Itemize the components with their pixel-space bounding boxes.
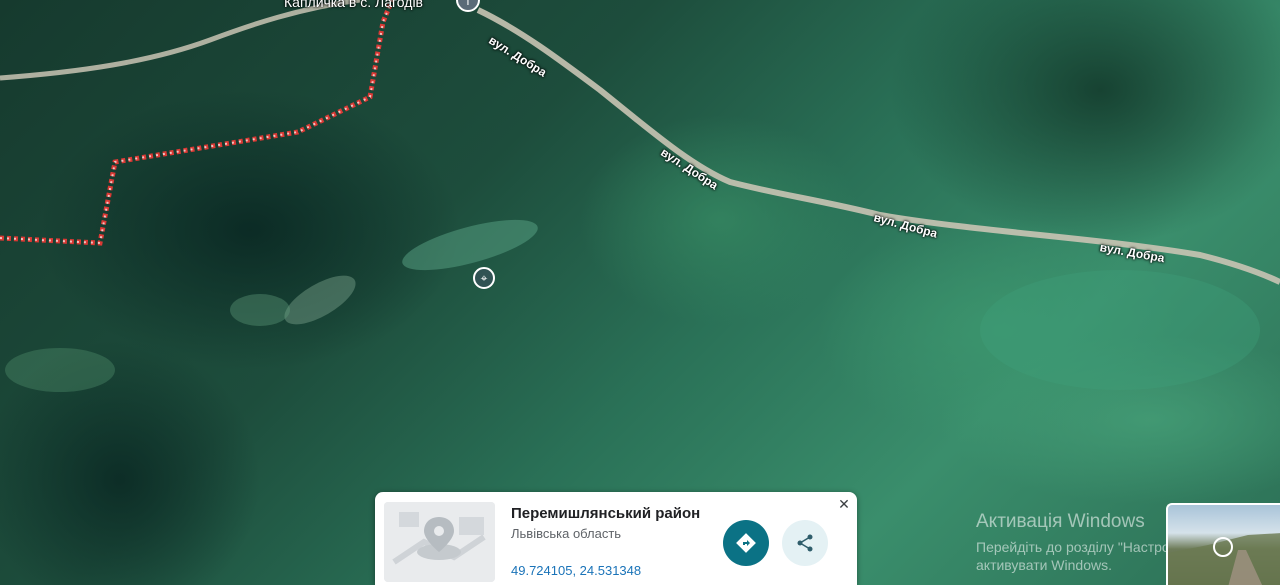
share-button[interactable] [782,520,828,566]
place-title: Перемишлянський район [511,505,701,522]
poi-label[interactable]: Капличка в с. Лагодів [284,0,423,10]
share-icon [797,534,813,552]
directions-button[interactable] [723,520,769,566]
place-subtitle: Львівська область [511,526,622,541]
boundary-line [0,0,395,246]
place-coordinates[interactable]: 49.724105, 24.531348 [511,563,641,578]
directions-icon [736,533,756,553]
road-vul-dobra [476,7,1280,285]
street-view-thumbnail[interactable] [1166,503,1280,585]
close-icon[interactable]: ✕ [836,496,852,512]
place-info-card: Перемишлянський район Львівська область … [375,492,857,585]
place-thumbnail[interactable] [384,502,495,582]
location-pin-icon[interactable]: ⌖ [473,267,495,289]
road-top-left [0,0,361,81]
